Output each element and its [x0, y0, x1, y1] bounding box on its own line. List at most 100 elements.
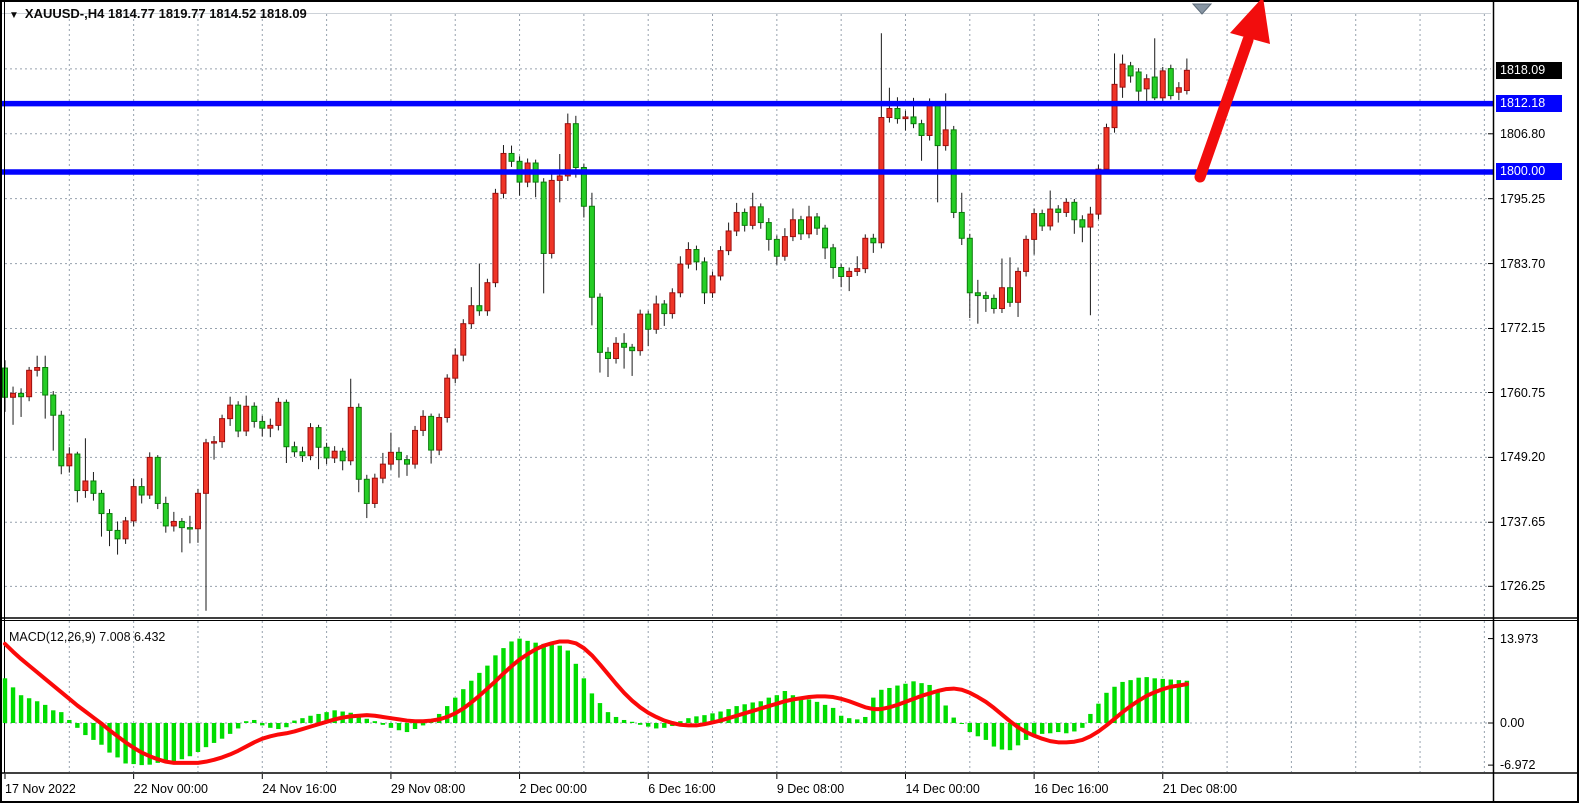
candle-bullish	[493, 193, 498, 282]
trend-arrow-line[interactable]	[1200, 40, 1248, 177]
macd-histogram-bar	[501, 648, 505, 723]
candle-bullish	[268, 425, 273, 428]
candle-bullish	[348, 407, 353, 460]
macd-histogram-bar	[228, 723, 232, 734]
candle-bearish	[1128, 66, 1133, 76]
macd-histogram-bar	[558, 646, 562, 723]
candle-bearish	[187, 528, 192, 529]
candle-bearish	[51, 395, 56, 415]
candle-bullish	[220, 419, 225, 442]
candle-bullish	[903, 117, 908, 119]
candle-bearish	[1008, 288, 1013, 303]
candle-bearish	[895, 109, 900, 119]
candle-bearish	[815, 217, 820, 228]
candle-bearish	[429, 416, 434, 450]
macd-histogram-bar	[1128, 680, 1132, 723]
macd-histogram-bar	[630, 722, 634, 723]
macd-histogram-bar	[180, 723, 184, 759]
macd-histogram-bar	[847, 718, 851, 723]
candle-bearish	[823, 228, 828, 248]
macd-histogram-bar	[220, 723, 224, 739]
macd-histogram-bar	[59, 712, 63, 723]
candle-bullish	[372, 478, 377, 503]
candle-bearish	[646, 314, 651, 329]
candle-bearish	[991, 298, 996, 308]
macd-histogram-bar	[775, 695, 779, 723]
candle-bullish	[461, 324, 466, 355]
macd-histogram-bar	[204, 723, 208, 747]
candle-bullish	[790, 220, 795, 237]
candle-bullish	[1104, 128, 1109, 170]
macd-histogram-bar	[91, 723, 95, 740]
candle-bullish	[1160, 71, 1165, 98]
candle-bearish	[573, 124, 578, 168]
candle-bullish	[332, 451, 337, 458]
candle-bearish	[43, 367, 48, 395]
candle-bullish	[927, 106, 932, 136]
macd-histogram-bar	[968, 723, 972, 732]
candle-bullish	[1024, 239, 1029, 271]
candle-bearish	[1080, 220, 1085, 227]
symbol-dropdown-icon[interactable]: ▼	[9, 10, 19, 21]
macd-histogram-bar	[485, 666, 489, 723]
candle-bearish	[1072, 202, 1077, 219]
macd-histogram-bar	[879, 690, 883, 723]
macd-histogram-bar	[260, 723, 264, 725]
macd-histogram-bar	[3, 678, 7, 723]
candle-bullish	[943, 130, 948, 146]
macd-histogram-bar	[1161, 679, 1165, 723]
macd-histogram-bar	[11, 687, 15, 723]
candle-bearish	[606, 352, 611, 358]
candle-bullish	[879, 117, 884, 242]
candle-bullish	[782, 237, 787, 257]
time-axis[interactable]: 17 Nov 202222 Nov 00:0024 Nov 16:0029 No…	[0, 777, 1496, 803]
macd-histogram-bar	[236, 723, 240, 728]
candle-bullish	[445, 378, 450, 417]
candle-bullish	[734, 212, 739, 231]
macd-histogram-bar	[517, 639, 521, 723]
candle-bullish	[453, 355, 458, 378]
candle-bearish	[163, 503, 168, 525]
macd-histogram-bar	[533, 643, 537, 723]
candle-bullish	[195, 493, 200, 528]
candle-bearish	[622, 343, 627, 347]
candle-bullish	[549, 180, 554, 253]
candle-bullish	[678, 264, 683, 293]
candle-bearish	[919, 124, 924, 136]
candle-bearish	[694, 250, 699, 262]
macd-indicator-label: MACD(12,26,9) 7.008 6.432	[9, 630, 165, 644]
macd-histogram-bar	[960, 723, 964, 724]
candle-bearish	[831, 248, 836, 268]
top-marker-triangle-icon[interactable]	[1193, 4, 1211, 14]
chart-canvas[interactable]	[0, 0, 1579, 803]
candle-bullish	[557, 176, 562, 180]
macd-histogram-bar	[976, 723, 980, 736]
macd-histogram-bar	[694, 716, 698, 723]
candle-bearish	[99, 493, 104, 513]
candle-bearish	[405, 460, 410, 464]
macd-histogram-bar	[799, 698, 803, 723]
candle-bearish	[316, 428, 321, 448]
candle-bullish	[1064, 202, 1069, 212]
candle-bearish	[983, 296, 988, 299]
macd-histogram-bar	[276, 723, 280, 729]
macd-histogram-bar	[952, 718, 956, 723]
chart-title: ▼XAUUSD-,H4 1814.77 1819.77 1814.52 1818…	[9, 6, 307, 21]
macd-histogram-bar	[831, 708, 835, 723]
candle-bullish	[212, 442, 217, 443]
candle-bullish	[750, 207, 755, 226]
candle-bullish	[863, 238, 868, 268]
candle-bullish	[67, 454, 72, 466]
candle-bearish	[662, 304, 667, 314]
candle-bullish	[276, 402, 281, 425]
macd-histogram-bar	[654, 723, 658, 728]
candle-bullish	[171, 521, 176, 525]
candle-bullish	[1096, 169, 1101, 214]
macd-histogram-bar	[815, 702, 819, 723]
candle-bearish	[252, 406, 257, 421]
candle-bullish	[437, 418, 442, 451]
candle-bullish	[1120, 64, 1125, 87]
macd-histogram-bar	[268, 723, 272, 728]
macd-histogram-bar	[566, 651, 570, 723]
candle-bullish	[27, 370, 32, 396]
